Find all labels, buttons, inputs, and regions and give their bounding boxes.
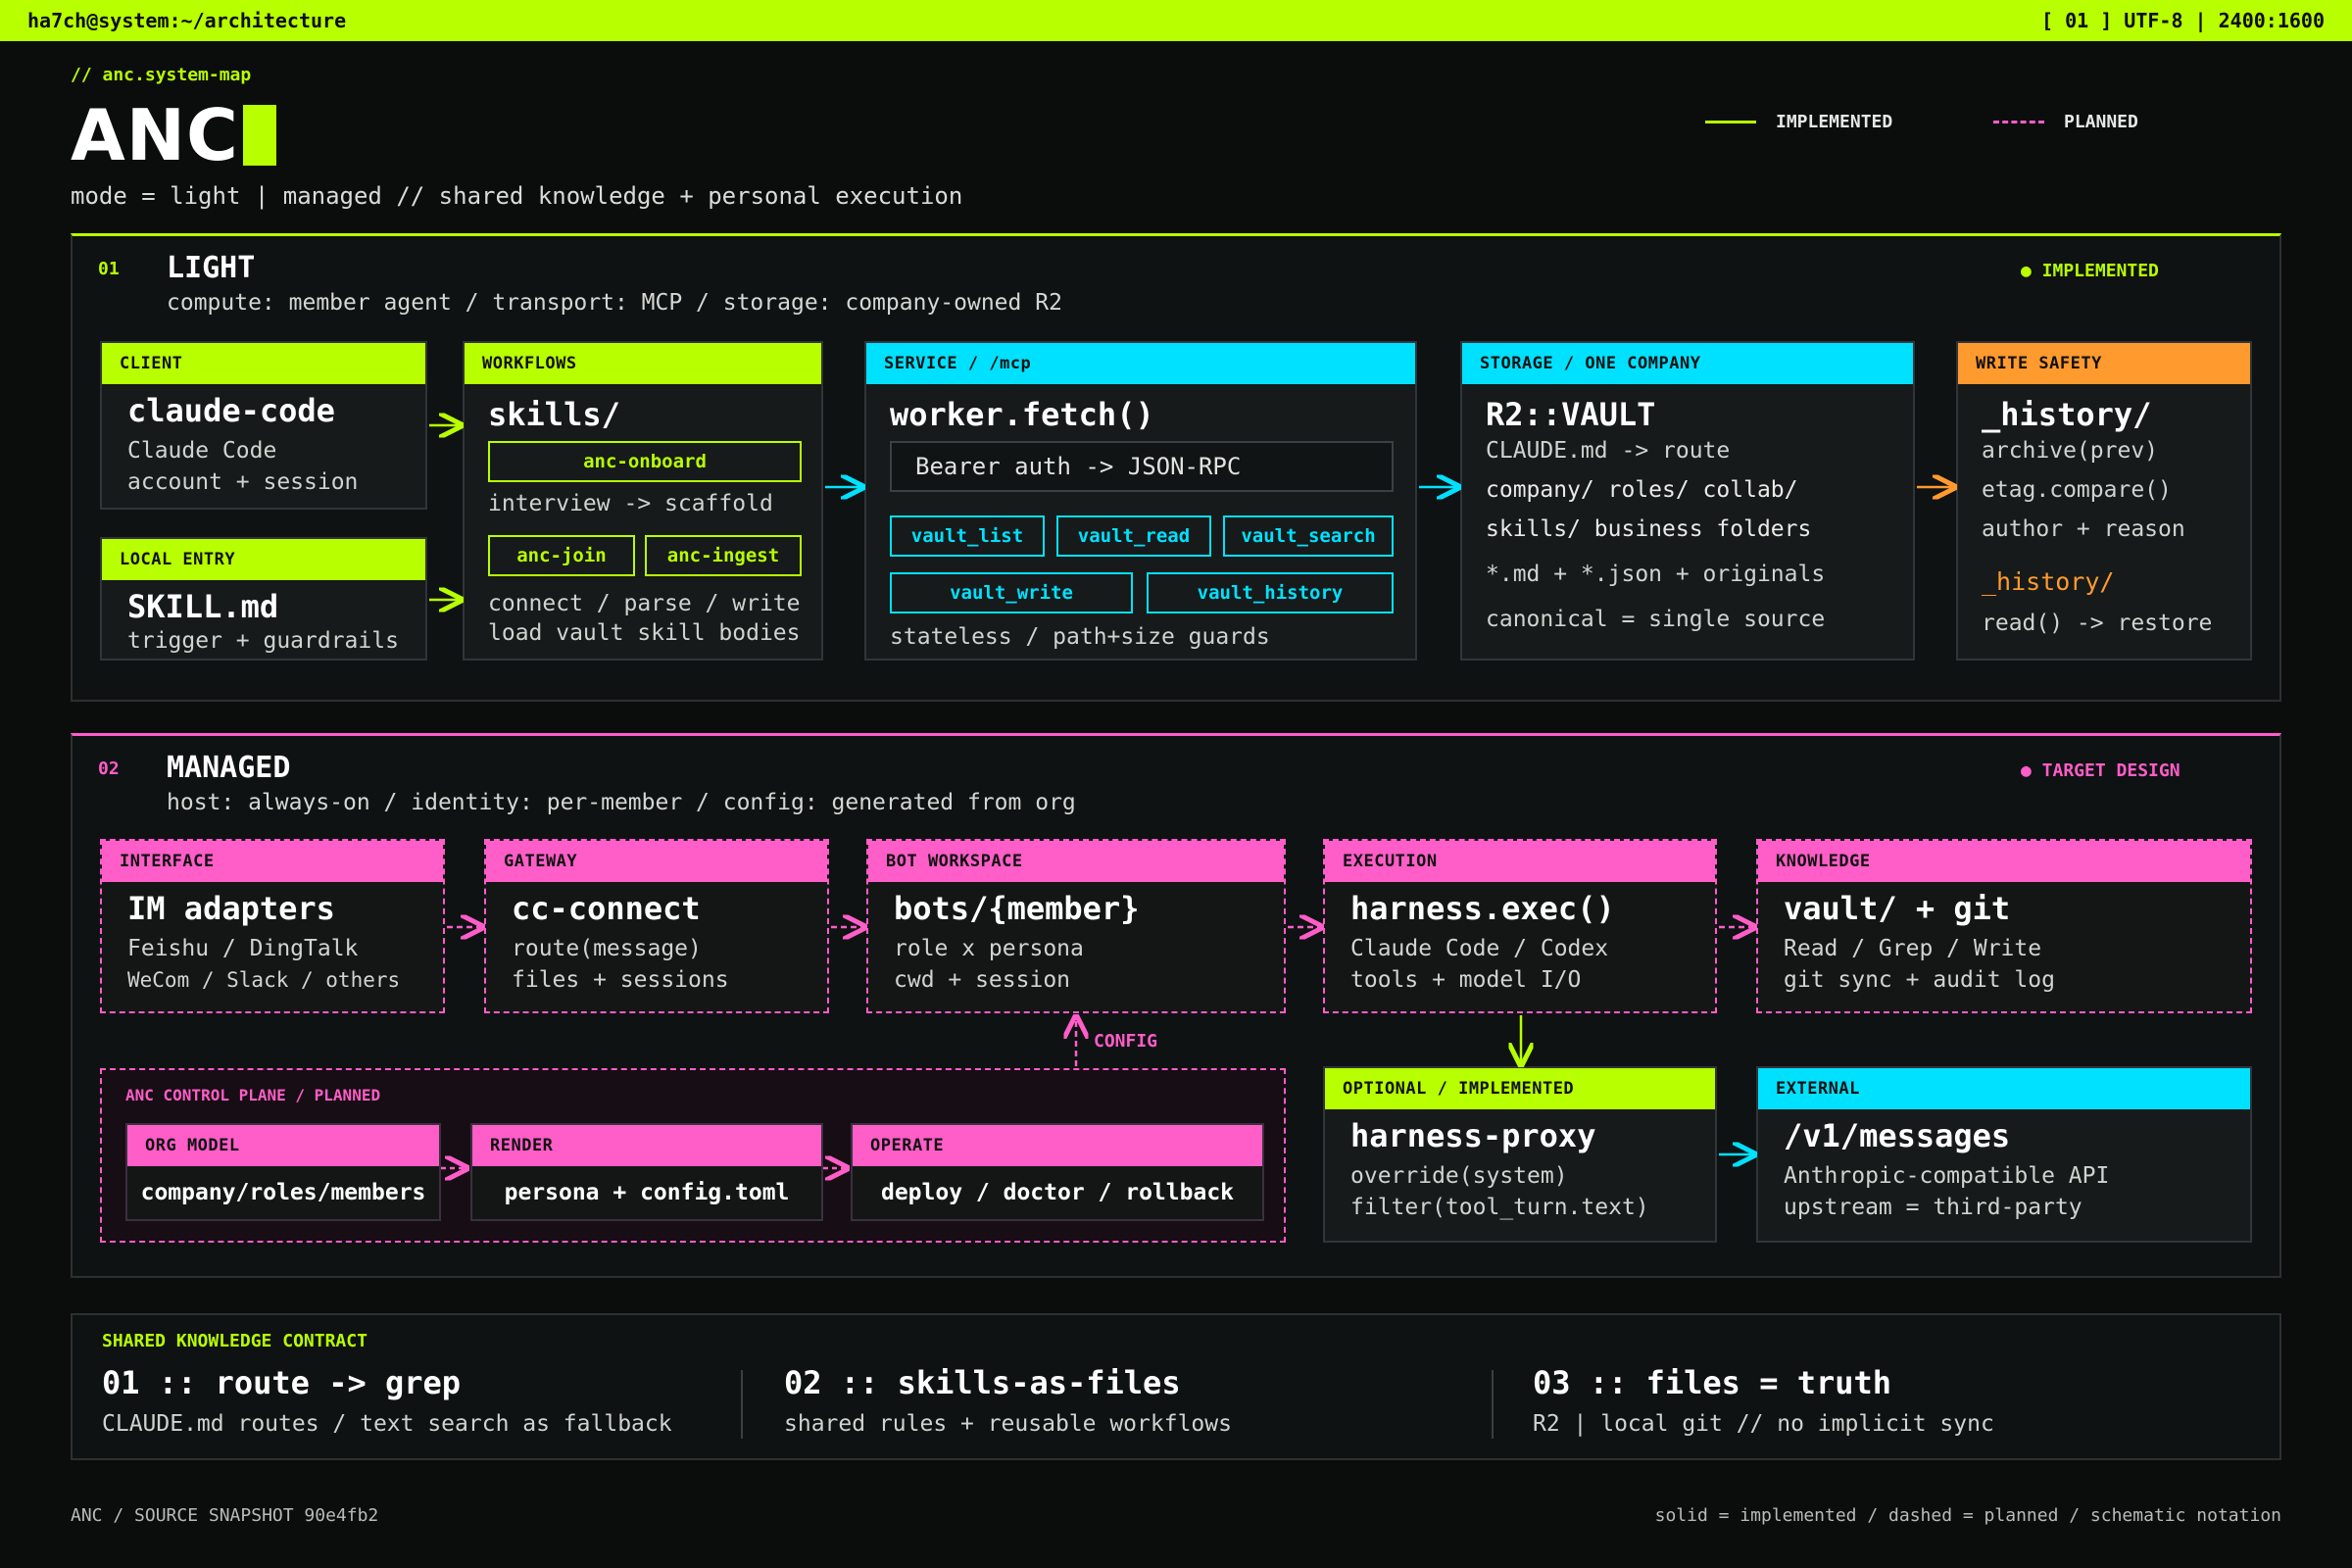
contract-item-text: CLAUDE.md routes / text search as fallba… xyxy=(102,1411,672,1437)
contract-header: SHARED KNOWLEDGE CONTRACT xyxy=(102,1331,368,1351)
divider xyxy=(1492,1370,1494,1439)
footer-left: ANC / SOURCE SNAPSHOT 90e4fb2 xyxy=(71,1505,379,1526)
contract-item-text: shared rules + reusable workflows xyxy=(784,1411,1232,1437)
footer-right: solid = implemented / dashed = planned /… xyxy=(1654,1505,2281,1526)
contract-item-title: 01 :: route -> grep xyxy=(102,1364,462,1401)
divider xyxy=(741,1370,743,1439)
contract-item-title: 03 :: files = truth xyxy=(1533,1364,1892,1401)
contract-item-text: R2 | local git // no implicit sync xyxy=(1533,1411,1994,1437)
contract-item-title: 02 :: skills-as-files xyxy=(784,1364,1181,1401)
knowledge-contract: SHARED KNOWLEDGE CONTRACT 01 :: route ->… xyxy=(71,1313,2281,1460)
